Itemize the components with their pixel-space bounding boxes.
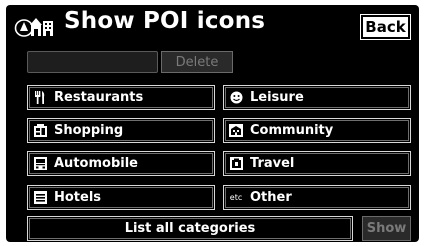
category-label: Shopping <box>54 123 124 138</box>
category-label: Leisure <box>250 90 304 105</box>
back-button[interactable]: Back <box>360 14 411 40</box>
show-button[interactable]: Show <box>362 216 411 241</box>
poi-map-icon <box>14 18 53 37</box>
bed-icon <box>33 191 47 204</box>
category-button-restaurants[interactable]: Restaurants <box>26 84 216 111</box>
category-button-hotels[interactable]: Hotels <box>26 184 216 211</box>
page-title: Show POI icons <box>64 8 266 34</box>
luggage-icon <box>229 157 243 170</box>
list-all-categories-button[interactable]: List all categories <box>27 216 353 241</box>
category-button-travel[interactable]: Travel <box>222 150 412 177</box>
name-input[interactable] <box>27 51 158 73</box>
category-label: Restaurants <box>54 90 144 105</box>
shopping-bag-icon <box>33 124 47 137</box>
fork-knife-icon <box>33 91 47 104</box>
smiley-icon <box>229 91 243 104</box>
category-button-shopping[interactable]: Shopping <box>26 117 216 144</box>
category-label: Other <box>250 190 292 205</box>
car-icon <box>33 157 47 170</box>
category-button-community[interactable]: Community <box>222 117 412 144</box>
building-icon <box>229 124 243 137</box>
delete-button[interactable]: Delete <box>161 51 233 73</box>
category-button-automobile[interactable]: Automobile <box>26 150 216 177</box>
nav-screen: Show POI icons Back Delete Restaurants L… <box>6 5 419 242</box>
category-label: Automobile <box>54 156 138 171</box>
category-label: Hotels <box>54 190 102 205</box>
category-button-leisure[interactable]: Leisure <box>222 84 412 111</box>
category-label: Travel <box>250 156 295 171</box>
etc-icon: etc <box>229 193 243 202</box>
category-button-other[interactable]: etc Other <box>222 184 412 211</box>
category-label: Community <box>250 123 334 138</box>
